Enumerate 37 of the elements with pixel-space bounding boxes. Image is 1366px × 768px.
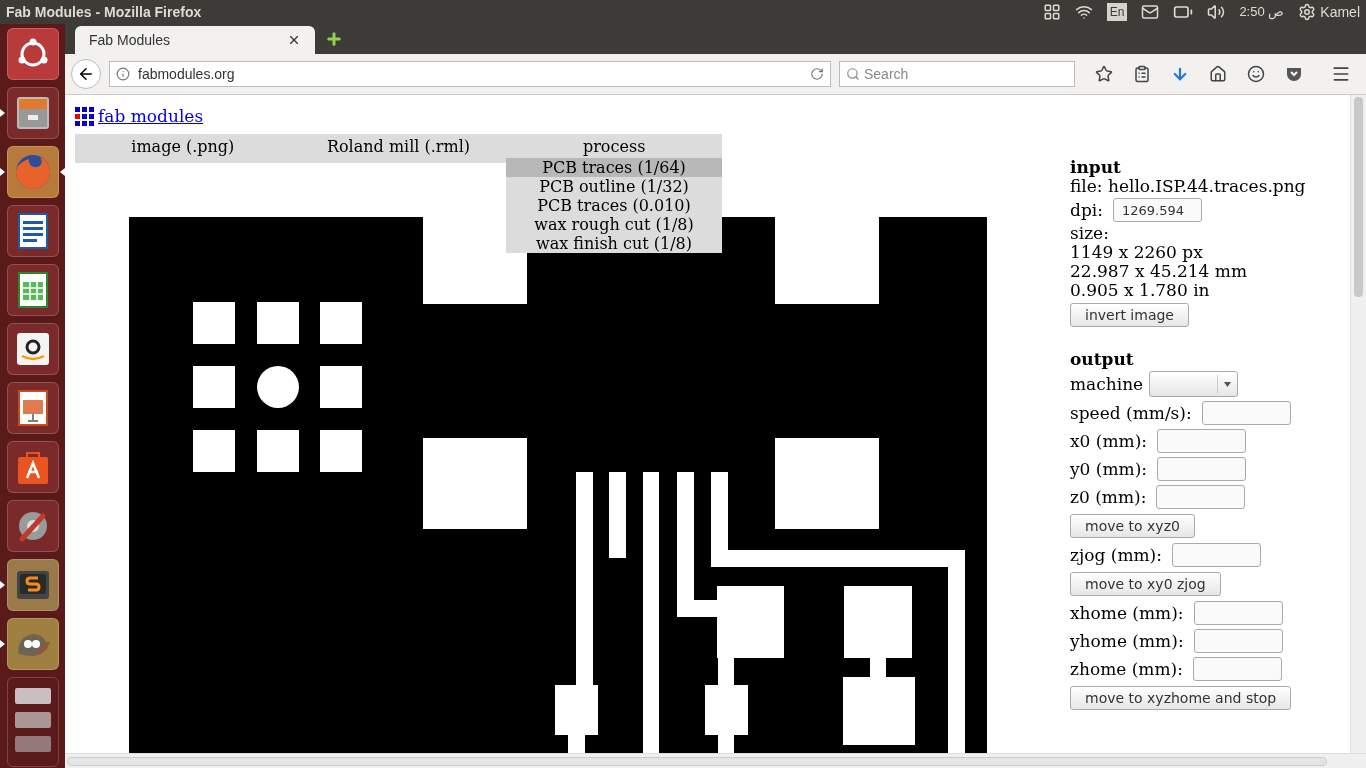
menu-item[interactable]: image (.png): [75, 133, 291, 163]
action-button[interactable]: move to xyz0: [1070, 514, 1195, 538]
field-label: speed (mm/s):: [1070, 403, 1192, 423]
field-label: x0 (mm):: [1070, 431, 1148, 451]
dropdown-item[interactable]: PCB traces (1/64): [506, 158, 722, 177]
info-text: 22.987 x 45.214 mm: [1070, 262, 1247, 281]
action-button[interactable]: invert image: [1070, 303, 1189, 327]
field-label: z0 (mm):: [1070, 487, 1147, 507]
user-name[interactable]: Kamel: [1320, 1, 1360, 23]
info-text: 1149 x 2260 px: [1070, 243, 1203, 262]
info-text: size:: [1070, 224, 1109, 243]
field-label: xhome (mm):: [1070, 603, 1184, 623]
action-button[interactable]: move to xy0 zjog: [1070, 572, 1221, 596]
window-title: Fab Modules - Mozilla Firefox: [6, 2, 202, 22]
dropdown-item[interactable]: PCB outline (1/32): [506, 177, 722, 196]
action-button[interactable]: move to xyzhome and stop: [1070, 686, 1292, 710]
section-heading: output: [1070, 350, 1134, 369]
field-label: dpi:: [1070, 200, 1103, 220]
clock[interactable]: ص 2:50: [1239, 2, 1285, 22]
dropdown-item[interactable]: wax finish cut (1/8): [506, 234, 722, 253]
info-text: file: hello.ISP.44.traces.png: [1070, 177, 1306, 196]
browser-tab[interactable]: Fab Modules: [75, 26, 315, 54]
info-text: 0.905 x 1.780 in: [1070, 281, 1210, 300]
field-label: zhome (mm):: [1070, 659, 1183, 679]
url-field[interactable]: fabmodules.org: [109, 61, 831, 87]
dropdown-item[interactable]: wax rough cut (1/8): [506, 215, 722, 234]
section-heading: input: [1070, 158, 1121, 177]
field-label: yhome (mm):: [1070, 631, 1184, 651]
logo-link[interactable]: fab modules: [98, 104, 204, 130]
menu-item[interactable]: Roland mill (.rml): [290, 133, 507, 163]
field-label: zjog (mm):: [1070, 545, 1162, 565]
search-field[interactable]: Search: [839, 61, 1075, 87]
number-field[interactable]: 1269.594: [1112, 198, 1202, 222]
dropdown-item[interactable]: PCB traces (0.010): [506, 196, 722, 215]
keyboard-indicator[interactable]: En: [1106, 3, 1128, 21]
field-label: y0 (mm):: [1070, 459, 1148, 479]
field-label: machine: [1070, 374, 1144, 394]
